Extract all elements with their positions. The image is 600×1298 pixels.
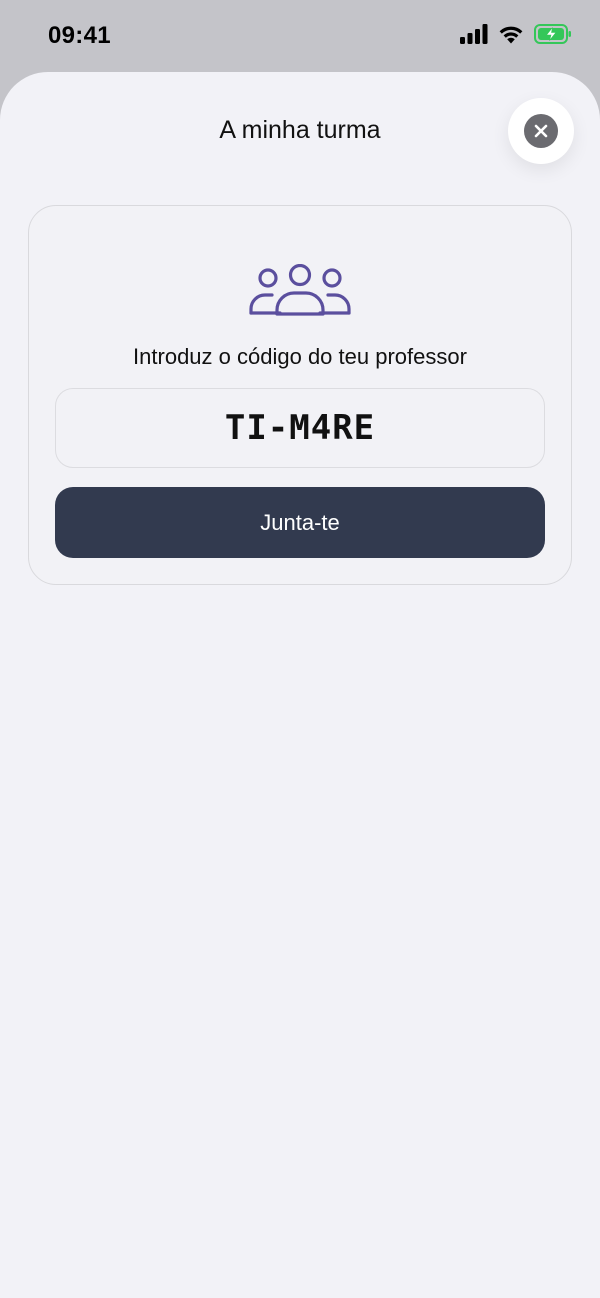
join-class-card: Introduz o código do teu professor TI-M4… [28, 205, 572, 585]
status-bar: 09:41 [0, 0, 600, 72]
battery-charging-icon [534, 24, 572, 44]
screen: 09:41 A minha turma Introduz o código do… [0, 0, 600, 1298]
close-icon [524, 114, 558, 148]
class-code-input[interactable]: TI-M4RE [55, 388, 545, 468]
modal-sheet: A minha turma Introduz o código do teu p… [0, 72, 600, 1298]
status-time: 09:41 [48, 22, 111, 49]
join-button[interactable]: Junta-te [55, 487, 545, 558]
wifi-icon [498, 24, 524, 44]
status-icons [460, 24, 572, 44]
group-people-icon [248, 263, 352, 323]
card-prompt: Introduz o código do teu professor [133, 344, 467, 369]
cellular-signal-icon [460, 24, 488, 44]
close-button[interactable] [508, 98, 574, 164]
